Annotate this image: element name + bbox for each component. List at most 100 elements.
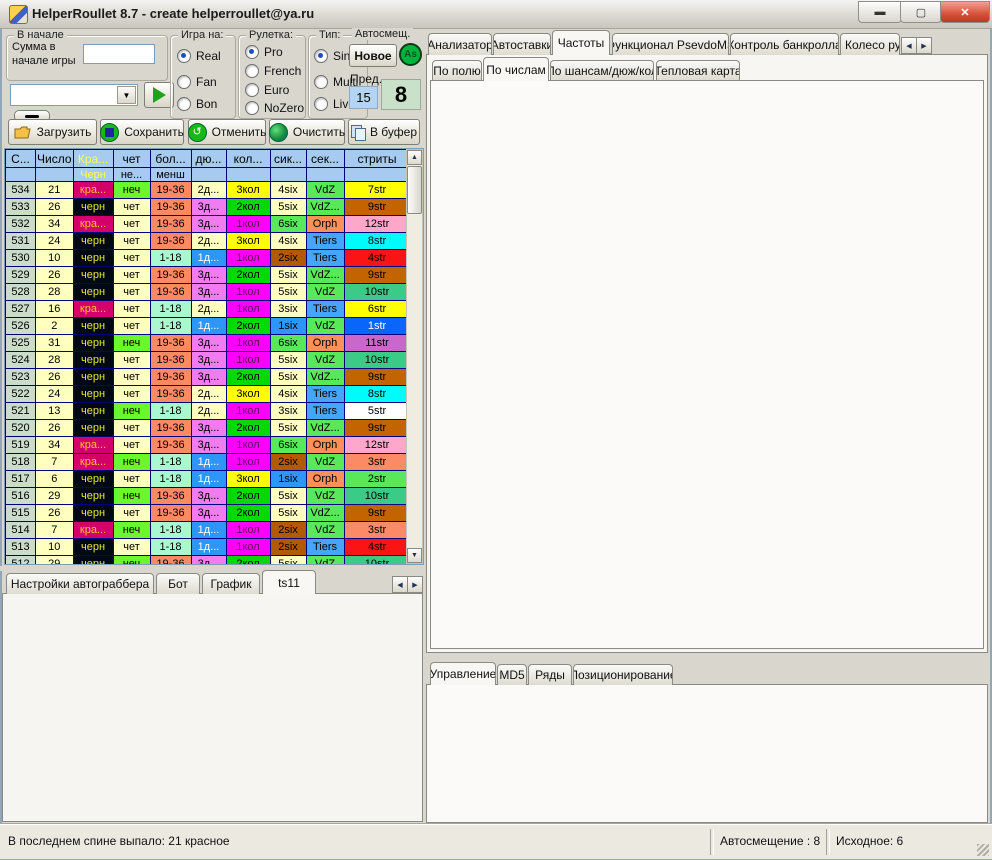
load-button[interactable]: Загрузить [8, 119, 97, 145]
cell: 2кол [226, 318, 270, 335]
cell-number: 10 [36, 250, 74, 267]
spin-row[interactable]: 53234кра...чет19-363д...1кол6sixOrph12st… [6, 216, 411, 233]
cell: VdZ [306, 522, 344, 539]
col-header[interactable]: кол... [226, 150, 270, 168]
cell: 2six [270, 522, 306, 539]
col-header-2 [191, 168, 226, 182]
spin-row[interactable]: 53326чернчет19-363д...2кол5sixVdZ...9str [6, 199, 411, 216]
radio-fan[interactable]: Fan [177, 75, 217, 89]
spin-row[interactable]: 52716кра...чет1-182д...1кол3sixTiers6str [6, 301, 411, 318]
subtab-by-chances[interactable]: По шансам/дюж/кол [550, 60, 654, 80]
tab-ts11[interactable]: ts11 [262, 570, 316, 594]
spin-row[interactable]: 52224чернчет19-362д...3кол4sixTiers8str [6, 386, 411, 403]
radio-pro[interactable]: Pro [245, 45, 283, 59]
new-autoshift-button[interactable]: Новое [349, 44, 397, 67]
col-header[interactable]: стриты [344, 150, 410, 168]
spin-row[interactable]: 51310чернчет1-181д...1кол2sixTiers4str [6, 539, 411, 556]
start-sum-input[interactable] [83, 44, 155, 64]
scroll-down-icon[interactable]: ▼ [407, 548, 422, 563]
maximize-button[interactable]: ▢ [900, 1, 942, 23]
spin-row[interactable]: 51934кра...чет19-363д...1кол6sixOrph12st… [6, 437, 411, 454]
combo-dropdown-icon[interactable]: ▼ [117, 86, 136, 104]
cell: чет [113, 437, 150, 454]
col-header[interactable]: Число [36, 150, 74, 168]
col-header[interactable]: бол... [150, 150, 191, 168]
tabs-scroll-right-icon[interactable]: ▶ [407, 576, 423, 593]
tab-autograbber-settings[interactable]: Настройки автограббера [6, 573, 154, 594]
spin-row[interactable]: 53124чернчет19-362д...3кол4sixTiers8str [6, 233, 411, 250]
cell-spin: 517 [6, 471, 36, 488]
spin-row[interactable]: 52926чернчет19-363д...2кол5sixVdZ...9str [6, 267, 411, 284]
col-header[interactable]: С... [6, 150, 36, 168]
col-header[interactable]: чет [113, 150, 150, 168]
cell-number: 28 [36, 284, 74, 301]
tabs-scroll-left-icon[interactable]: ◀ [392, 576, 408, 593]
spin-row[interactable]: 51629черннеч19-363д...2кол5sixVdZ10str [6, 488, 411, 505]
save-button[interactable]: Сохранить [100, 119, 184, 145]
spin-row[interactable]: 52113черннеч1-182д...1кол3sixTiers5str [6, 403, 411, 420]
chart-panel [2, 593, 423, 822]
subtab-by-field[interactable]: По полю [432, 60, 482, 80]
spin-row[interactable]: 5187кра...неч1-181д...1кол2sixVdZ3str [6, 454, 411, 471]
spin-row[interactable]: 52326чернчет19-363д...2кол5sixVdZ...9str [6, 369, 411, 386]
cell: Tiers [306, 233, 344, 250]
tab-bot[interactable]: Бот [156, 573, 200, 594]
spin-row[interactable]: 52531черннеч19-363д...1кол6sixOrph11str [6, 335, 411, 352]
col-header[interactable]: сек... [306, 150, 344, 168]
spin-row[interactable]: 53421кра...неч19-362д...3кол4sixVdZ7str [6, 182, 411, 199]
col-header[interactable]: Кра... [73, 150, 113, 168]
minimize-button[interactable]: ▬ [858, 1, 902, 23]
tab-rows[interactable]: Ряды [528, 664, 572, 685]
tab-wheel[interactable]: Колесо рулет [840, 33, 900, 55]
clear-button[interactable]: Очистить [269, 119, 345, 145]
subtab-by-numbers[interactable]: По числам [483, 57, 549, 81]
tab-grafik[interactable]: График [202, 573, 260, 594]
spin-row[interactable]: 51526чернчет19-363д...2кол5sixVdZ...9str [6, 505, 411, 522]
right-tabs-scroll-left-icon[interactable]: ◀ [901, 37, 917, 54]
spin-row[interactable]: 53010чернчет1-181д...1кол2sixTiers4str [6, 250, 411, 267]
subtab-heatmap[interactable]: Тепловая карта [656, 60, 740, 80]
resize-grip[interactable] [977, 844, 989, 856]
cell: 1кол [226, 216, 270, 233]
spin-combobox[interactable]: ▼ [10, 84, 138, 106]
radio-french[interactable]: French [245, 64, 301, 78]
cell: неч [113, 556, 150, 566]
undo-button[interactable]: ↺ Отменить [188, 119, 266, 145]
radio-bon[interactable]: Bon [177, 97, 217, 111]
spin-row[interactable]: 52828чернчет19-363д...1кол5sixVdZ10str [6, 284, 411, 301]
cell: 4six [270, 233, 306, 250]
copy-buffer-button[interactable]: В буфер [348, 119, 420, 145]
spin-row[interactable]: 5176чернчет1-181д...3кол1sixOrph2str [6, 471, 411, 488]
cell: черн [73, 335, 113, 352]
right-tabs-scroll-right-icon[interactable]: ▶ [916, 37, 932, 54]
tab-frequencies[interactable]: Частоты [552, 30, 610, 55]
spin-row[interactable]: 5147кра...неч1-181д...1кол2sixVdZ3str [6, 522, 411, 539]
tab-analyzer[interactable]: Анализатор [428, 33, 492, 55]
radio-real[interactable]: Real [177, 49, 221, 63]
cell-number: 26 [36, 267, 74, 284]
scroll-thumb[interactable] [407, 166, 422, 214]
cell: чет [113, 199, 150, 216]
tab-control[interactable]: Управление [430, 662, 496, 685]
tab-autobets[interactable]: Автоставки [493, 33, 551, 55]
radio-nozero[interactable]: NoZero [245, 101, 304, 115]
cell: 1д... [191, 522, 226, 539]
spin-table-scrollbar[interactable]: ▲ ▼ [406, 149, 423, 564]
col-header[interactable]: дю... [191, 150, 226, 168]
spin-row[interactable]: 51229черннеч19-363д...2кол5sixVdZ10str [6, 556, 411, 566]
radio-euro[interactable]: Euro [245, 83, 289, 97]
as-badge-icon[interactable]: As [399, 43, 422, 66]
spin-row[interactable]: 52428чернчет19-363д...1кол5sixVdZ10str [6, 352, 411, 369]
col-header-2 [344, 168, 410, 182]
tab-psevdoms[interactable]: Функционал PsevdoMS [612, 33, 729, 55]
tab-md5[interactable]: MD5 [497, 664, 527, 685]
scroll-up-icon[interactable]: ▲ [407, 150, 422, 165]
spin-row[interactable]: 52026чернчет19-363д...2кол5sixVdZ...9str [6, 420, 411, 437]
horizontal-splitter[interactable] [0, 566, 424, 571]
close-button[interactable]: ✕ [940, 1, 990, 23]
spin-row[interactable]: 5262чернчет1-181д...2кол1sixVdZ1str [6, 318, 411, 335]
col-header[interactable]: сик... [270, 150, 306, 168]
cell: VdZ [306, 556, 344, 566]
tab-bankroll-control[interactable]: Контроль банкролла [730, 33, 839, 55]
tab-positioning[interactable]: Позиционирование [573, 664, 673, 685]
